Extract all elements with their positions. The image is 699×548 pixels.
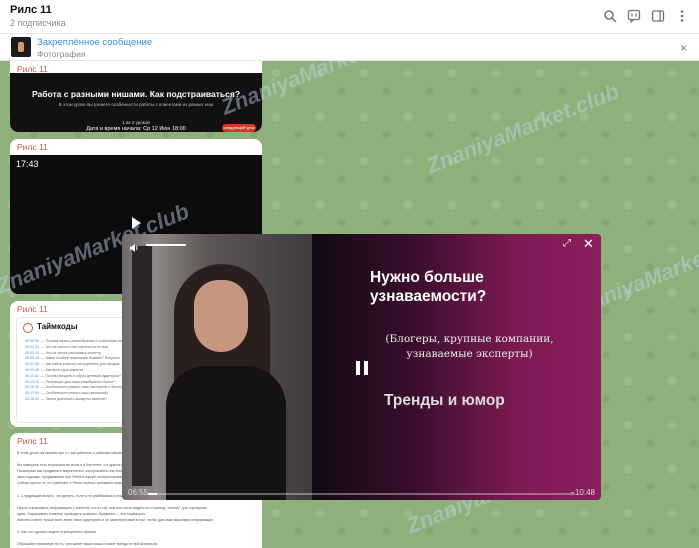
volume-icon[interactable] xyxy=(129,240,139,252)
timecode-link[interactable]: 00:07:26 xyxy=(25,362,39,366)
timecode-link[interactable]: 00:15:30 xyxy=(25,385,39,389)
current-time: 06:55 xyxy=(128,488,149,497)
timecode-label: — Особенности разных ниш (экспертов и бл… xyxy=(41,385,128,390)
pinned-subtitle: Фотография xyxy=(37,49,86,59)
banner-subtitle: В этом уроке вы узнаете особенности рабо… xyxy=(58,102,214,107)
timecode-label: — Что из опыта рассказать клиенту xyxy=(41,350,101,355)
expand-icon[interactable]: ⤢ xyxy=(563,238,571,249)
timecode-link[interactable]: 00:13:15 xyxy=(25,380,39,384)
timecodes-title: Таймкоды xyxy=(37,322,78,331)
banner-next-button: следующий урок xyxy=(222,124,256,132)
header-actions xyxy=(603,9,689,24)
progress-bar[interactable] xyxy=(148,493,575,495)
close-icon[interactable]: ✕ xyxy=(583,236,594,252)
video-frame-speaker xyxy=(122,234,312,500)
frame-face xyxy=(194,280,248,352)
search-icon[interactable] xyxy=(603,9,617,23)
timecode-label: — Как вести для клиента xyxy=(41,367,84,372)
timecode-link[interactable]: 00:00:00 xyxy=(25,339,39,343)
timecode-label: — Что из опыта стоит перенести из ниш xyxy=(41,344,109,349)
timecode-label: — Как найти клиенту инструменты для прод… xyxy=(41,362,120,367)
timecode-label: — Почему входить в образ целевой аудитор… xyxy=(40,373,122,378)
remaining-time: −10:48 xyxy=(570,488,595,497)
subscriber-count: 2 подписчика xyxy=(10,18,66,28)
video-subline: (Блогеры, крупные компании, узнаваемые э… xyxy=(385,333,554,360)
more-icon[interactable] xyxy=(675,9,689,23)
progress-fill xyxy=(148,493,157,495)
message-author[interactable]: Рилс 11 xyxy=(17,436,48,446)
message-author[interactable]: Рилс 11 xyxy=(17,142,48,152)
timecode-link[interactable]: 00:18:40 xyxy=(25,397,39,401)
timecode-label: — Какие особые пожелания бывают? Вопросы xyxy=(41,356,120,361)
close-icon[interactable]: × xyxy=(680,41,687,55)
sidebar-icon[interactable] xyxy=(651,9,665,23)
pinned-title: Закреплённое сообщение xyxy=(37,37,153,48)
chat-header: Рилс 11 2 подписчика xyxy=(0,0,699,34)
video-trends: Тренды и юмор xyxy=(384,392,505,409)
pinned-message-bar[interactable]: Закреплённое сообщение Фотография × xyxy=(0,34,699,61)
video-player[interactable]: Нужно больше узнаваемости? (Блогеры, кру… xyxy=(122,234,601,500)
timecode-label: — Особенности разных ниш (компаний) xyxy=(41,391,108,396)
timecode-link[interactable]: 00:11:02 xyxy=(25,374,39,378)
timecode-label: — Репозиции для ниши разобраться более? xyxy=(41,379,116,384)
timecodes-icon xyxy=(23,323,33,333)
timecode-link[interactable]: 00:01:24 xyxy=(25,345,39,349)
comments-icon[interactable] xyxy=(627,9,641,24)
message-text-line: Обращайте внимание на то, чем живёт ваша… xyxy=(17,542,158,547)
volume-slider[interactable] xyxy=(146,244,186,246)
pinned-thumbnail xyxy=(11,37,31,57)
video-duration: 17:43 xyxy=(16,159,39,169)
chat-title[interactable]: Рилс 11 xyxy=(10,4,52,16)
message-bubble[interactable]: Рилс 11 Работа с разными нишами. Как под… xyxy=(10,61,262,132)
frame-wall xyxy=(132,246,152,486)
message-author[interactable]: Рилс 11 xyxy=(17,304,48,314)
banner-title: Работа с разными нишами. Как подстраиват… xyxy=(31,89,241,99)
timecode-link[interactable]: 00:03:10 xyxy=(25,351,39,355)
video-headline: Нужно больше узнаваемости? xyxy=(370,269,487,305)
play-icon[interactable] xyxy=(132,217,141,229)
timecode-link[interactable]: 00:17:05 xyxy=(25,391,39,395)
pause-icon[interactable] xyxy=(355,361,369,375)
timecode-link[interactable]: 00:05:18 xyxy=(25,356,39,360)
lesson-banner-image[interactable]: Работа с разными нишами. Как подстраиват… xyxy=(10,73,262,132)
timecode-link[interactable]: 00:09:40 xyxy=(25,368,39,372)
frame-body xyxy=(166,366,286,500)
timecode-label: — Зачем дополнять аккаунты заметки? xyxy=(41,396,107,401)
